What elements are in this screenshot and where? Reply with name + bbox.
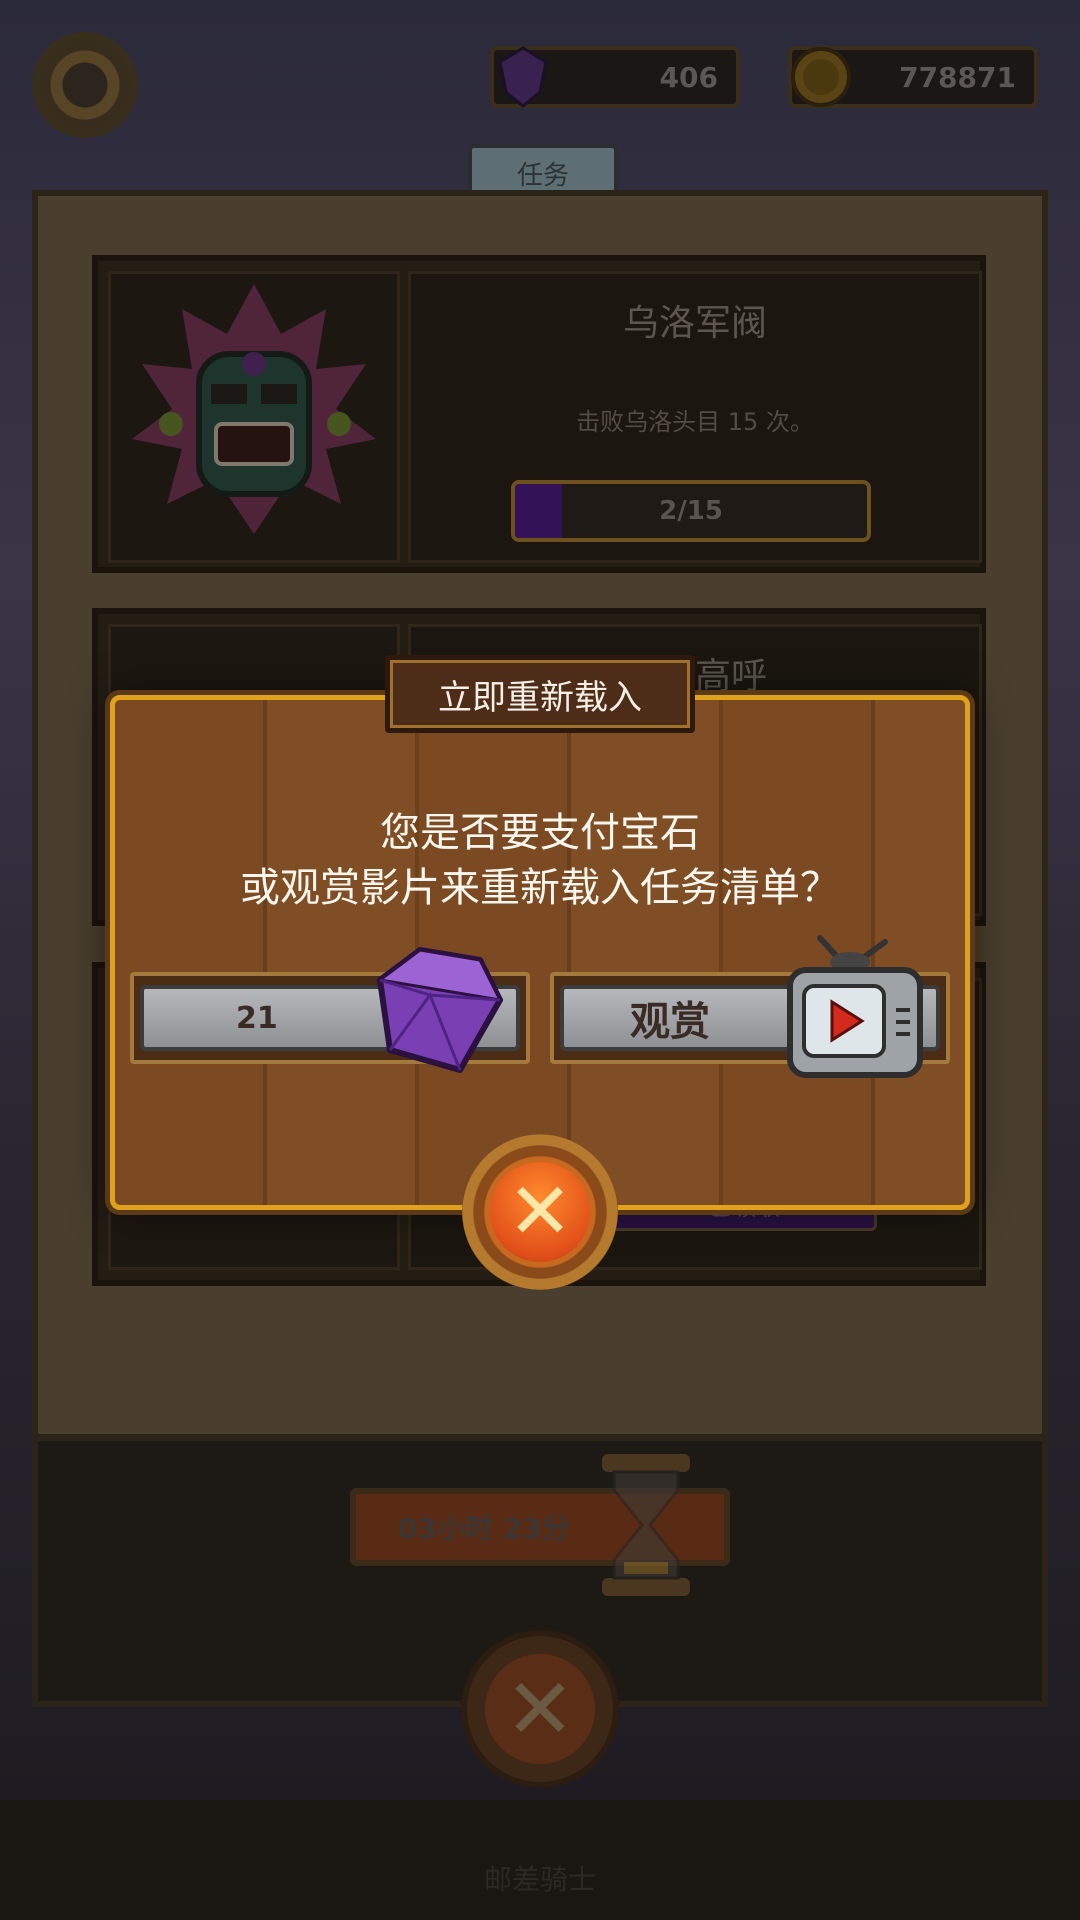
- close-icon: ✕: [490, 1162, 590, 1262]
- tiki-mask-icon: [132, 284, 376, 534]
- coin-icon: [791, 47, 851, 107]
- purple-gem-icon: [376, 947, 503, 1073]
- mission-progress-bar: 2/15: [511, 480, 871, 542]
- footer-label: 邮差骑士: [483, 1863, 596, 1896]
- coin-counter: 778871: [788, 46, 1038, 108]
- gem-icon: [498, 46, 548, 108]
- gem-counter: 406: [490, 46, 740, 108]
- dialog-question-line2: 或观赏影片来重新载入任务清单？: [240, 865, 840, 911]
- close-panel-button[interactable]: ✕: [467, 1636, 613, 1782]
- mission-title: 乌洛军阀: [622, 303, 767, 344]
- dialog-title: 立即重新载入: [385, 655, 695, 733]
- mission-progress-text: 2/15: [659, 496, 723, 526]
- gem-count: 406: [659, 60, 718, 94]
- dialog-question-line1: 您是否要支付宝石: [380, 810, 700, 856]
- mission-info: 乌洛军阀 击败乌洛头目 15 次。 2/15: [408, 271, 982, 563]
- close-dialog-button[interactable]: ✕: [462, 1134, 618, 1290]
- mission-card: 乌洛军阀 击败乌洛头目 15 次。 2/15: [92, 255, 986, 573]
- tv-video-icon: [787, 935, 923, 1078]
- hourglass-icon: [602, 1454, 690, 1596]
- gem-cost: 21: [236, 1000, 278, 1036]
- settings-gear-icon[interactable]: [40, 40, 130, 130]
- mission-description: 击败乌洛头目 15 次。: [576, 408, 814, 436]
- coin-count: 778871: [899, 60, 1016, 94]
- close-icon: ✕: [485, 1654, 595, 1764]
- mission-portrait: [108, 271, 400, 563]
- watch-label: 观赏: [630, 999, 710, 1045]
